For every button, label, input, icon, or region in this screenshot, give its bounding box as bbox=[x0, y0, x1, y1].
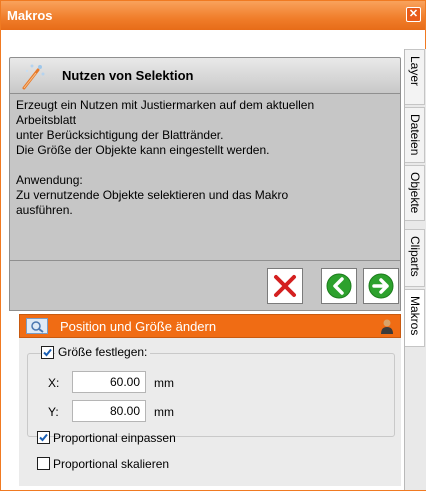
tab-dateien-label: Dateien bbox=[408, 114, 422, 156]
checkmark-icon bbox=[43, 348, 52, 357]
tab-objekte-label: Objekte bbox=[408, 172, 422, 214]
description-line bbox=[16, 158, 394, 173]
cancel-button[interactable] bbox=[267, 268, 303, 304]
tab-objekte[interactable]: Objekte bbox=[405, 165, 425, 221]
x-label: X: bbox=[48, 376, 60, 390]
description-line: Arbeitsblatt bbox=[16, 113, 77, 127]
forward-button[interactable] bbox=[363, 268, 399, 304]
tab-makros[interactable]: Makros bbox=[405, 289, 425, 347]
size-groupbox bbox=[27, 353, 395, 437]
checkmark-icon bbox=[39, 433, 48, 442]
tab-cliparts-label: Cliparts bbox=[408, 236, 422, 277]
user-icon bbox=[381, 319, 393, 334]
tab-dateien[interactable]: Dateien bbox=[405, 107, 425, 163]
red-x-icon bbox=[274, 275, 296, 297]
macro-description: Erzeugt ein Nutzen mit Justiermarken auf… bbox=[9, 94, 401, 261]
proportional-scale-checkbox[interactable] bbox=[37, 457, 50, 470]
proportional-fit-checkbox[interactable] bbox=[37, 431, 50, 444]
title-bar: Makros ✕ bbox=[1, 1, 425, 30]
macro-actions bbox=[9, 261, 401, 311]
x-unit: mm bbox=[154, 376, 174, 390]
tab-makros-label: Makros bbox=[408, 296, 422, 336]
close-button[interactable]: ✕ bbox=[406, 7, 421, 22]
macro-title: Nutzen von Selektion bbox=[62, 68, 194, 83]
section-title: Position und Größe ändern bbox=[60, 319, 217, 334]
magic-wand-icon bbox=[22, 64, 45, 90]
makros-window: Makros ✕ Nutzen von Selektion Erzeugt ei… bbox=[0, 0, 426, 491]
description-line: Die Größe der Objekte kann eingestellt w… bbox=[16, 143, 270, 157]
macro-header: Nutzen von Selektion bbox=[9, 57, 401, 94]
size-checkbox[interactable] bbox=[41, 346, 54, 359]
tab-layer-label: Layer bbox=[408, 56, 422, 87]
side-tab-bar: Layer Dateien Objekte Cliparts Makros bbox=[404, 49, 426, 490]
x-input[interactable] bbox=[72, 371, 146, 393]
tab-cliparts[interactable]: Cliparts bbox=[405, 229, 425, 287]
y-input[interactable] bbox=[72, 400, 146, 422]
size-checkbox-label: Größe festlegen: bbox=[55, 345, 151, 359]
window-title: Makros bbox=[7, 8, 53, 23]
green-right-arrow-icon bbox=[368, 273, 394, 299]
description-line: unter Berücksichtigung der Blattränder. bbox=[16, 128, 224, 142]
close-icon: ✕ bbox=[408, 8, 419, 20]
proportional-scale-label: Proportional skalieren bbox=[53, 457, 170, 471]
description-line: ausführen. bbox=[16, 203, 73, 217]
green-left-arrow-icon bbox=[326, 273, 352, 299]
resize-icon bbox=[26, 318, 48, 334]
description-line: Zu vernutzende Objekte selektieren und d… bbox=[16, 188, 289, 202]
description-line: Anwendung: bbox=[16, 173, 83, 187]
y-unit: mm bbox=[154, 405, 174, 419]
y-label: Y: bbox=[48, 405, 59, 419]
back-button[interactable] bbox=[321, 268, 357, 304]
proportional-fit-label: Proportional einpassen bbox=[53, 431, 176, 445]
section-header-position-size[interactable]: Position und Größe ändern bbox=[19, 314, 401, 338]
tab-layer[interactable]: Layer bbox=[405, 49, 425, 105]
description-line: Erzeugt ein Nutzen mit Justiermarken auf… bbox=[16, 98, 315, 112]
